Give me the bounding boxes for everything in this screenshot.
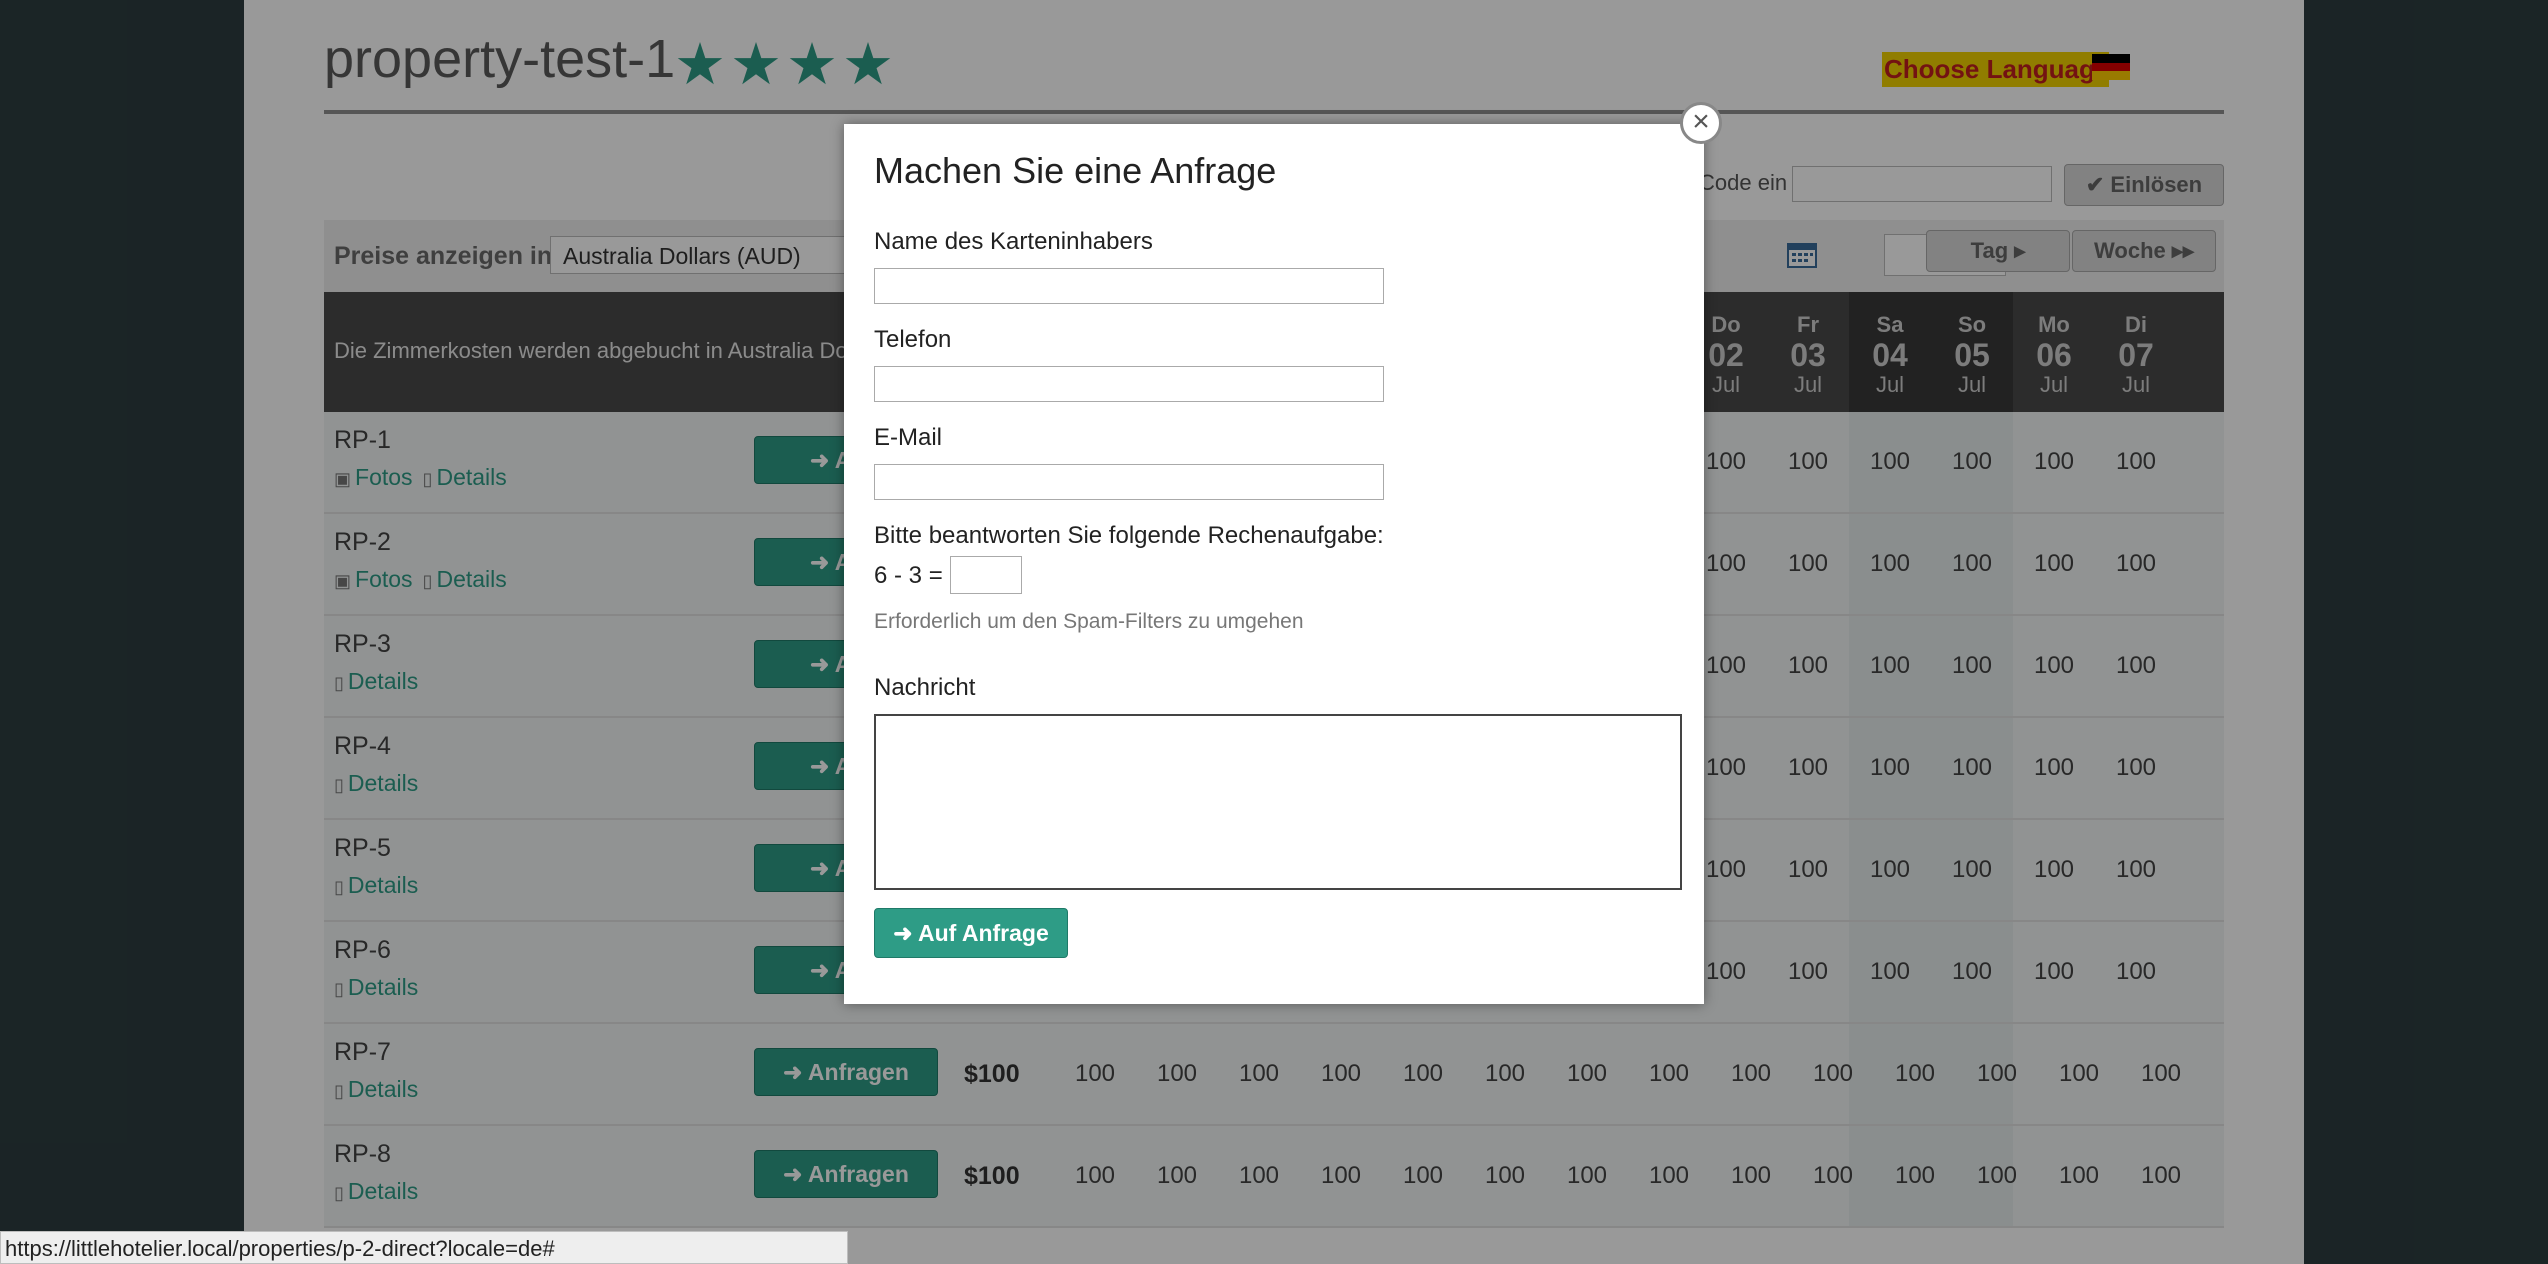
close-icon[interactable]: × — [1680, 102, 1722, 144]
email-input[interactable] — [874, 464, 1384, 500]
modal-title: Machen Sie eine Anfrage — [874, 150, 1277, 191]
phone-input[interactable] — [874, 366, 1384, 402]
captcha-answer-input[interactable] — [950, 556, 1022, 594]
message-textarea[interactable] — [874, 714, 1682, 890]
phone-label: Telefon — [874, 326, 952, 353]
captcha-prompt: Bitte beantworten Sie folgende Rechenauf… — [874, 522, 1384, 549]
message-label: Nachricht — [874, 674, 976, 701]
captcha-question: 6 - 3 = — [874, 562, 943, 589]
status-bar-url: https://littlehotelier.local/properties/… — [0, 1231, 848, 1264]
cardholder-label: Name des Karteninhabers — [874, 228, 1153, 255]
inquiry-modal: × Machen Sie eine Anfrage Name des Karte… — [844, 102, 1722, 1004]
submit-inquiry-button[interactable]: ➜ Auf Anfrage — [874, 908, 1068, 958]
captcha-hint: Erforderlich um den Spam-Filters zu umge… — [874, 610, 1304, 633]
email-label: E-Mail — [874, 424, 943, 451]
cardholder-name-input[interactable] — [874, 268, 1384, 304]
